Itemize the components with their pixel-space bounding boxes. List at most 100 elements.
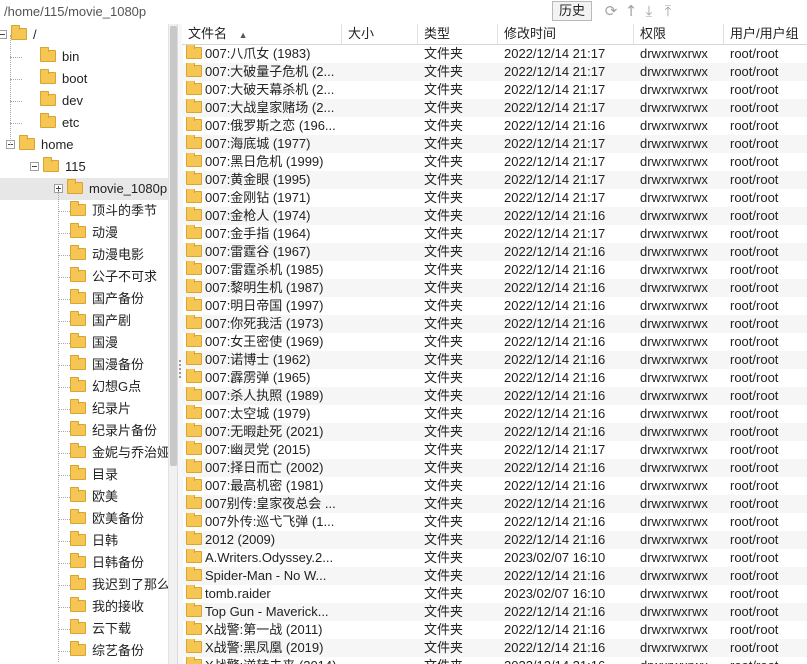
file-row[interactable]: 007:雷霆谷 (1967) 文件夹 2022/12/14 21:16 drwxrwx… bbox=[182, 243, 807, 261]
file-row[interactable]: 007:大破量子危机 (2... 文件夹 2022/12/14 21:17 drwxr… bbox=[182, 63, 807, 81]
file-row[interactable]: 007:明日帝国 (1997) 文件夹 2022/12/14 21:16 drwxrw… bbox=[182, 297, 807, 315]
file-owner: root/root bbox=[730, 334, 779, 349]
file-row[interactable]: X战警:黑凤凰 (2019) 文件夹 2022/12/14 21:16 drwxrwx… bbox=[182, 639, 807, 657]
path-input[interactable] bbox=[0, 1, 556, 21]
tree-node[interactable]: 国漫 bbox=[0, 332, 168, 354]
file-row[interactable]: 007:黎明生机 (1987) 文件夹 2022/12/14 21:16 drwxrw… bbox=[182, 279, 807, 297]
file-row[interactable]: 007:太空城 (1979) 文件夹 2022/12/14 21:16 drwxrwx… bbox=[182, 405, 807, 423]
file-row[interactable]: X战警:逆转未来 (2014) 文件夹 2022/12/14 21:16 drwxrw… bbox=[182, 657, 807, 664]
file-row[interactable]: 007:你死我活 (1973) 文件夹 2022/12/14 21:16 drwxrw… bbox=[182, 315, 807, 333]
file-row[interactable]: 007:金刚钻 (1971) 文件夹 2022/12/14 21:17 drwxrwx… bbox=[182, 189, 807, 207]
tree-node[interactable]: 国漫备份 bbox=[0, 354, 168, 376]
tree-node[interactable]: 动漫 bbox=[0, 222, 168, 244]
collapse-icon[interactable] bbox=[0, 30, 7, 39]
column-header-name[interactable]: 文件名 ▲ bbox=[182, 24, 342, 44]
file-modified: 2022/12/14 21:16 bbox=[504, 496, 606, 511]
tree-node[interactable]: / bbox=[0, 24, 168, 46]
tree-connector-line bbox=[58, 607, 70, 608]
splitter-grip[interactable] bbox=[179, 360, 181, 380]
file-name-text: 007:黑日危机 (1999) bbox=[205, 154, 324, 169]
tree-node[interactable]: 云下载 bbox=[0, 618, 168, 640]
tree-node[interactable]: 115 bbox=[0, 156, 168, 178]
tree-node[interactable]: 我的接收 bbox=[0, 596, 168, 618]
tree-node[interactable]: 国产备份 bbox=[0, 288, 168, 310]
tree-scrollbar-thumb[interactable] bbox=[170, 26, 177, 466]
file-row[interactable]: 007:大战皇家赌场 (2... 文件夹 2022/12/14 21:17 drwxr… bbox=[182, 99, 807, 117]
file-row[interactable]: A.Writers.Odyssey.2... 文件夹 2023/02/07 16:1… bbox=[182, 549, 807, 567]
file-row[interactable]: X战警:第一战 (2011) 文件夹 2022/12/14 21:16 drwxrwx… bbox=[182, 621, 807, 639]
file-row[interactable]: 007:雷霆杀机 (1985) 文件夹 2022/12/14 21:16 drwxrw… bbox=[182, 261, 807, 279]
tree-node[interactable]: 动漫电影 bbox=[0, 244, 168, 266]
file-permissions: drwxrwxrwx bbox=[640, 496, 708, 511]
tree-node[interactable]: 综艺备份 bbox=[0, 640, 168, 662]
tree-node[interactable]: 欧美备份 bbox=[0, 508, 168, 530]
file-row[interactable]: 2012 (2009) 文件夹 2022/12/14 21:16 drwxrwxrwx… bbox=[182, 531, 807, 549]
file-row[interactable]: 007外传:巡弋飞弹 (1... 文件夹 2022/12/14 21:16 drwxr… bbox=[182, 513, 807, 531]
tree-node[interactable]: 公子不可求 bbox=[0, 266, 168, 288]
file-row[interactable]: 007:最高机密 (1981) 文件夹 2022/12/14 21:16 drwxrw… bbox=[182, 477, 807, 495]
tree-node[interactable]: dev bbox=[0, 90, 168, 112]
tree-connector-line bbox=[58, 255, 70, 256]
file-row[interactable]: 007:杀人执照 (1989) 文件夹 2022/12/14 21:16 drwxrw… bbox=[182, 387, 807, 405]
file-row[interactable]: 007:诺博士 (1962) 文件夹 2022/12/14 21:16 drwxrwx… bbox=[182, 351, 807, 369]
file-row[interactable]: 007:霹雳弹 (1965) 文件夹 2022/12/14 21:16 drwxrwx… bbox=[182, 369, 807, 387]
tree-node[interactable]: bin bbox=[0, 46, 168, 68]
file-owner: root/root bbox=[730, 244, 779, 259]
download-icon[interactable]: ⤓ bbox=[640, 2, 658, 20]
file-owner: root/root bbox=[730, 172, 779, 187]
file-row[interactable]: tomb.raider 文件夹 2023/02/07 16:10 drwxrwxrwx… bbox=[182, 585, 807, 603]
file-row[interactable]: 007:择日而亡 (2002) 文件夹 2022/12/14 21:16 drwxrw… bbox=[182, 459, 807, 477]
file-permissions: drwxrwxrwx bbox=[640, 136, 708, 151]
tree-node[interactable]: home bbox=[0, 134, 168, 156]
tree-node[interactable]: 日韩 bbox=[0, 530, 168, 552]
tree-node[interactable]: 我迟到了那么 bbox=[0, 574, 168, 596]
folder-icon bbox=[186, 63, 202, 77]
file-row[interactable]: Top Gun - Maverick... 文件夹 2022/12/14 21:16… bbox=[182, 603, 807, 621]
tree-node[interactable]: 顶斗的季节 bbox=[0, 200, 168, 222]
history-button[interactable]: 历史 bbox=[552, 1, 592, 21]
column-header-permissions[interactable]: 权限 bbox=[634, 24, 724, 44]
refresh-icon[interactable]: ⟳ bbox=[602, 2, 620, 20]
upload-icon[interactable]: ⤒ bbox=[659, 2, 677, 20]
column-header-modified[interactable]: 修改时间 bbox=[498, 24, 634, 44]
file-owner: root/root bbox=[730, 280, 779, 295]
tree-node[interactable]: 纪录片备份 bbox=[0, 420, 168, 442]
file-row[interactable]: 007:俄罗斯之恋 (196... 文件夹 2022/12/14 21:16 drwx… bbox=[182, 117, 807, 135]
column-header-size[interactable]: 大小 bbox=[342, 24, 418, 44]
file-row[interactable]: 007别传:皇家夜总会 ... 文件夹 2022/12/14 21:16 drwxrw… bbox=[182, 495, 807, 513]
folder-icon bbox=[186, 45, 202, 59]
file-row[interactable]: 007:金枪人 (1974) 文件夹 2022/12/14 21:16 drwxrwx… bbox=[182, 207, 807, 225]
tree-node[interactable]: 金妮与乔治娅 bbox=[0, 442, 168, 464]
collapse-icon[interactable] bbox=[30, 162, 39, 171]
tree-node-label: 公子不可求 bbox=[92, 269, 158, 284]
tree-node[interactable]: 纪录片 bbox=[0, 398, 168, 420]
file-row[interactable]: 007:幽灵党 (2015) 文件夹 2022/12/14 21:17 drwxrwx… bbox=[182, 441, 807, 459]
file-row[interactable]: 007:海底城 (1977) 文件夹 2022/12/14 21:17 drwxrwx… bbox=[182, 135, 807, 153]
up-arrow-icon[interactable]: ↑ bbox=[622, 2, 640, 20]
file-permissions: drwxrwxrwx bbox=[640, 82, 708, 97]
tree-node[interactable]: 欧美 bbox=[0, 486, 168, 508]
file-permissions: drwxrwxrwx bbox=[640, 388, 708, 403]
file-name: 007:你死我活 (1973) bbox=[186, 315, 344, 333]
tree-node[interactable]: 幻想G点 bbox=[0, 376, 168, 398]
tree-node[interactable]: etc bbox=[0, 112, 168, 134]
folder-icon bbox=[186, 585, 202, 599]
file-row[interactable]: 007:八爪女 (1983) 文件夹 2022/12/14 21:17 drwxrwx… bbox=[182, 45, 807, 63]
file-row[interactable]: 007:女王密使 (1969) 文件夹 2022/12/14 21:16 drwxrw… bbox=[182, 333, 807, 351]
file-row[interactable]: Spider-Man - No W... 文件夹 2022/12/14 21:16 d… bbox=[182, 567, 807, 585]
tree-node[interactable]: boot bbox=[0, 68, 168, 90]
file-row[interactable]: 007:黑日危机 (1999) 文件夹 2022/12/14 21:17 drwxrw… bbox=[182, 153, 807, 171]
file-row[interactable]: 007:金手指 (1964) 文件夹 2022/12/14 21:17 drwxrwx… bbox=[182, 225, 807, 243]
file-row[interactable]: 007:黄金眼 (1995) 文件夹 2022/12/14 21:17 drwxrwx… bbox=[182, 171, 807, 189]
tree-node[interactable]: 日韩备份 bbox=[0, 552, 168, 574]
tree-node[interactable]: 目录 bbox=[0, 464, 168, 486]
file-row[interactable]: 007:无暇赴死 (2021) 文件夹 2022/12/14 21:16 drwxrw… bbox=[182, 423, 807, 441]
file-row[interactable]: 007:大破天幕杀机 (2... 文件夹 2022/12/14 21:17 drwxr… bbox=[182, 81, 807, 99]
column-header-owner[interactable]: 用户/用户组 bbox=[724, 24, 807, 44]
tree-node[interactable]: movie_1080p bbox=[0, 178, 168, 200]
folder-icon bbox=[40, 47, 56, 62]
column-header-type[interactable]: 类型 bbox=[418, 24, 498, 44]
file-name-text: 2012 (2009) bbox=[205, 532, 276, 547]
tree-node[interactable]: 国产剧 bbox=[0, 310, 168, 332]
file-modified: 2022/12/14 21:17 bbox=[504, 442, 606, 457]
